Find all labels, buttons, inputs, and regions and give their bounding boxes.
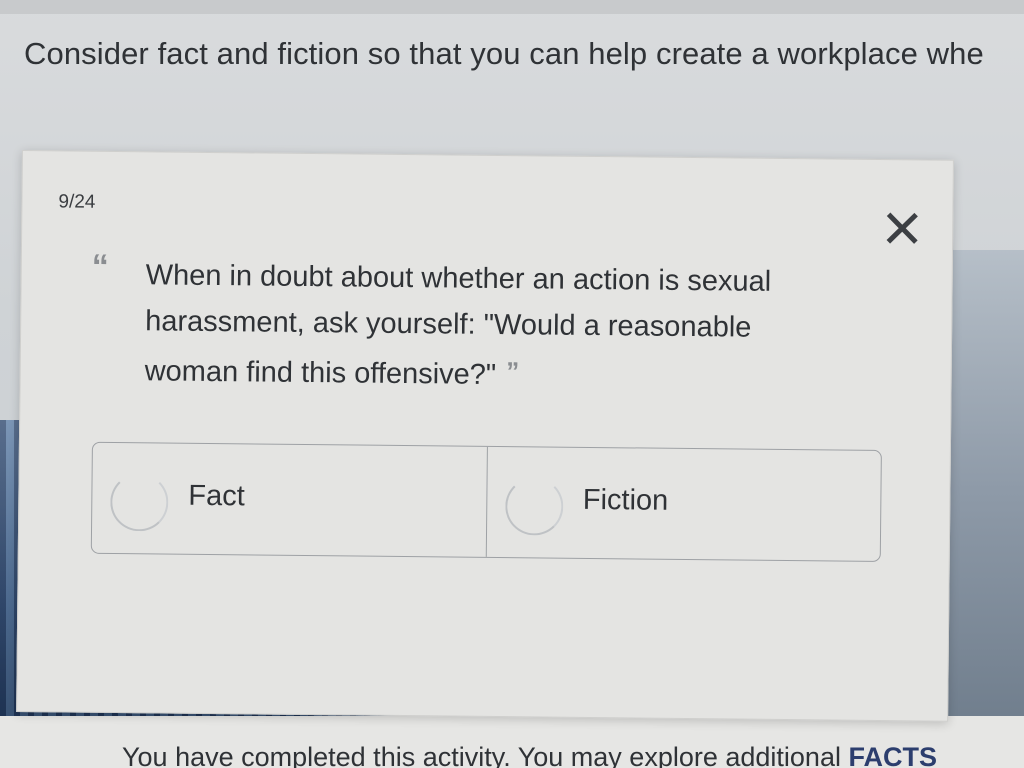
top-strip (0, 0, 1024, 14)
background-image-right (940, 250, 1024, 730)
statement-text: When in doubt about whether an action is… (144, 252, 851, 401)
close-quote-icon: ” (506, 356, 520, 387)
option-label: Fiction (582, 483, 669, 517)
radio-icon[interactable] (504, 477, 564, 536)
radio-icon[interactable] (110, 472, 169, 532)
answer-options: Fact Fiction (90, 441, 882, 563)
statement: When in doubt about whether an action is… (144, 259, 772, 391)
completion-message: You have completed this activity. You ma… (122, 742, 1024, 768)
question-card: 9/24 “ When in doubt about whether an ac… (16, 150, 954, 722)
close-icon (886, 212, 918, 244)
question-counter: 9/24 (58, 191, 96, 213)
option-label: Fact (188, 479, 245, 513)
option-fact[interactable]: Fact (92, 443, 487, 557)
open-quote-icon: “ (91, 247, 109, 286)
completion-text: You have completed this activity. You ma… (122, 742, 849, 768)
intro-text: Consider fact and fiction so that you ca… (24, 36, 984, 71)
option-fiction[interactable]: Fiction (485, 446, 881, 562)
facts-link[interactable]: FACTS (848, 742, 937, 768)
close-button[interactable] (882, 208, 922, 248)
statement-block: “ When in doubt about whether an action … (90, 247, 851, 402)
